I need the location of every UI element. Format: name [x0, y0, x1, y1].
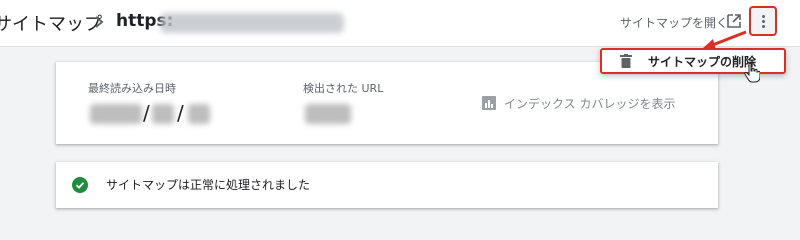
- check-circle-icon: [72, 177, 88, 193]
- delete-sitemap-label: サイトマップの削除: [648, 55, 757, 69]
- detected-urls-count-redacted: [305, 104, 351, 124]
- last-read-day-redacted: [188, 104, 210, 124]
- header-bar: サイトマップ https: サイトマップを開く: [0, 0, 800, 47]
- open-in-new-icon[interactable]: [725, 12, 743, 30]
- open-sitemap-link[interactable]: サイトマップを開く: [620, 14, 728, 31]
- more-vert-icon-dot: [762, 20, 765, 23]
- page-title: サイトマップ: [0, 14, 102, 35]
- more-options-button[interactable]: [749, 6, 777, 36]
- hand-cursor-icon: [744, 63, 760, 83]
- more-vert-icon: [762, 15, 765, 18]
- view-coverage-link[interactable]: インデックス カバレッジを表示: [504, 95, 675, 112]
- last-read-label: 最終読み込み日時: [88, 82, 176, 95]
- status-message: サイトマップは正常に処理されました: [106, 178, 311, 192]
- chevron-right-icon: [95, 16, 104, 28]
- detected-urls-label: 検出された URL: [303, 82, 384, 95]
- more-vert-icon-dot: [762, 25, 765, 28]
- trash-icon: [620, 54, 632, 68]
- bar-chart-icon: [482, 96, 496, 110]
- last-read-month-redacted: [152, 104, 174, 124]
- sitemap-url-redacted: [160, 13, 344, 33]
- last-read-year-redacted: [90, 104, 142, 124]
- date-separator: /: [177, 101, 184, 125]
- date-separator: /: [143, 101, 150, 125]
